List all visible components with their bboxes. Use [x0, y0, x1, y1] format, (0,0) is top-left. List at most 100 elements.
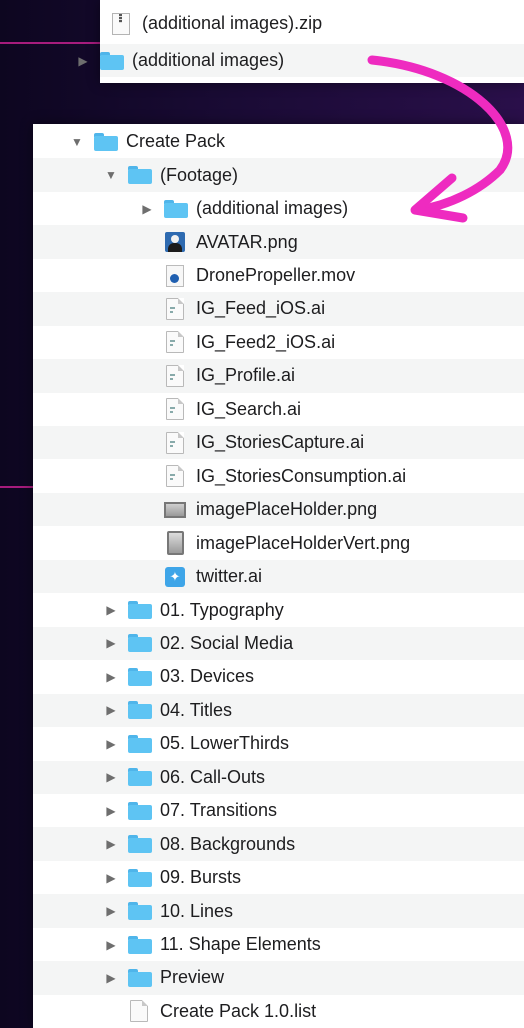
folder-icon — [128, 900, 152, 922]
folder-icon — [128, 800, 152, 822]
ai-document-icon — [164, 465, 186, 488]
folder-name: 06. Call-Outs — [160, 766, 266, 787]
folder-row[interactable]: ▼ (Footage) — [33, 158, 524, 192]
vertical-image-file-icon — [164, 531, 186, 556]
file-name: IG_StoriesCapture.ai — [196, 432, 365, 453]
folder-row[interactable]: ▶ 10. Lines — [33, 894, 524, 928]
file-row[interactable]: IG_StoriesConsumption.ai — [33, 459, 524, 493]
ai-document-icon — [164, 297, 186, 320]
folder-icon — [128, 934, 152, 956]
folder-row[interactable]: ▶ 04. Titles — [33, 693, 524, 728]
disclosure-triangle-right-icon[interactable]: ▶ — [140, 202, 154, 216]
folder-icon — [128, 699, 152, 721]
file-name: IG_StoriesConsumption.ai — [196, 465, 407, 486]
file-row[interactable]: IG_StoriesCapture.ai — [33, 426, 524, 460]
file-name: IG_Search.ai — [196, 398, 302, 419]
file-name: IG_Profile.ai — [196, 365, 296, 386]
file-row[interactable]: IG_Search.ai — [33, 392, 524, 427]
ai-document-icon — [164, 331, 186, 354]
folder-name: 03. Devices — [160, 666, 255, 687]
top-finder-panel: (additional images).zip ▶ (additional im… — [78, 0, 524, 83]
file-row[interactable]: AVATAR.png — [33, 225, 524, 259]
folder-icon — [128, 164, 152, 186]
file-row[interactable]: DronePropeller.mov — [33, 258, 524, 293]
zip-file-icon — [110, 12, 132, 35]
disclosure-triangle-right-icon[interactable]: ▶ — [104, 804, 118, 818]
folder-name: 04. Titles — [160, 699, 233, 720]
folder-row[interactable]: ▶ 07. Transitions — [33, 794, 524, 828]
folder-icon — [164, 198, 188, 220]
disclosure-triangle-right-icon[interactable]: ▶ — [104, 837, 118, 851]
folder-name: 02. Social Media — [160, 632, 294, 653]
file-row[interactable]: ✦ twitter.ai — [33, 559, 524, 594]
file-name: IG_Feed_iOS.ai — [196, 298, 326, 319]
disclosure-triangle-right-icon[interactable]: ▶ — [76, 54, 90, 68]
disclosure-triangle-down-icon[interactable]: ▼ — [104, 168, 118, 182]
file-row[interactable]: Create Pack 1.0.list — [33, 994, 524, 1028]
ai-document-icon — [164, 398, 186, 421]
folder-row[interactable]: ▶ 03. Devices — [33, 660, 524, 694]
ai-document-icon — [164, 431, 186, 454]
file-row[interactable]: IG_Profile.ai — [33, 359, 524, 393]
disclosure-triangle-right-icon[interactable]: ▶ — [104, 737, 118, 751]
folder-name: 05. LowerThirds — [160, 733, 290, 754]
document-icon — [128, 1000, 150, 1023]
folder-icon — [128, 599, 152, 621]
folder-row[interactable]: ▶ 08. Backgrounds — [33, 827, 524, 861]
folder-icon — [94, 131, 118, 153]
folder-row[interactable]: ▶ 02. Social Media — [33, 626, 524, 661]
file-row[interactable]: imagePlaceHolderVert.png — [33, 526, 524, 560]
disclosure-triangle-right-icon[interactable]: ▶ — [104, 938, 118, 952]
folder-icon — [128, 967, 152, 989]
disclosure-triangle-right-icon[interactable]: ▶ — [104, 636, 118, 650]
ai-document-icon — [164, 364, 186, 387]
folder-name: Preview — [160, 967, 225, 988]
folder-row[interactable]: ▶ 06. Call-Outs — [33, 760, 524, 794]
background-stripe — [0, 42, 100, 44]
folder-row[interactable]: ▶ (additional images) — [33, 191, 524, 226]
folder-icon — [128, 632, 152, 654]
file-name: AVATAR.png — [196, 231, 298, 252]
folder-row[interactable]: ▶ 09. Bursts — [33, 860, 524, 895]
disclosure-triangle-right-icon[interactable]: ▶ — [104, 770, 118, 784]
folder-icon — [128, 666, 152, 688]
folder-row[interactable]: ▶ 05. LowerThirds — [33, 727, 524, 761]
folder-name: 07. Transitions — [160, 800, 278, 821]
file-name: (additional images).zip — [142, 13, 323, 34]
folder-row[interactable]: ▶ 11. Shape Elements — [33, 927, 524, 962]
folder-name: (Footage) — [160, 164, 239, 185]
file-name: Create Pack 1.0.list — [160, 1000, 317, 1021]
folder-name: (additional images) — [196, 198, 349, 219]
folder-name: 09. Bursts — [160, 867, 242, 888]
disclosure-triangle-down-icon[interactable]: ▼ — [70, 135, 84, 149]
disclosure-triangle-right-icon[interactable]: ▶ — [104, 703, 118, 717]
folder-icon — [128, 867, 152, 889]
file-name: imagePlaceHolder.png — [196, 499, 378, 520]
disclosure-triangle-right-icon[interactable]: ▶ — [104, 871, 118, 885]
disclosure-triangle-right-icon[interactable]: ▶ — [104, 603, 118, 617]
folder-name: 01. Typography — [160, 599, 284, 620]
file-row[interactable]: imagePlaceHolder.png — [33, 492, 524, 527]
avatar-image-icon — [164, 231, 186, 253]
file-name: DronePropeller.mov — [196, 265, 356, 286]
file-row[interactable]: IG_Feed2_iOS.ai — [33, 325, 524, 360]
disclosure-triangle-right-icon[interactable]: ▶ — [104, 904, 118, 918]
folder-row[interactable]: ▶ 01. Typography — [33, 593, 524, 627]
folder-row[interactable]: ▼ Create Pack — [33, 125, 524, 159]
file-row[interactable]: IG_Feed_iOS.ai — [33, 292, 524, 326]
list-item[interactable]: (additional images).zip — [100, 7, 524, 41]
disclosure-triangle-right-icon[interactable]: ▶ — [104, 971, 118, 985]
folder-icon — [128, 766, 152, 788]
folder-name: 11. Shape Elements — [160, 934, 321, 955]
disclosure-triangle-right-icon[interactable]: ▶ — [104, 670, 118, 684]
folder-icon — [128, 733, 152, 755]
folder-row[interactable]: ▶ Preview — [33, 961, 524, 995]
list-item[interactable]: ▶ (additional images) — [78, 44, 524, 78]
